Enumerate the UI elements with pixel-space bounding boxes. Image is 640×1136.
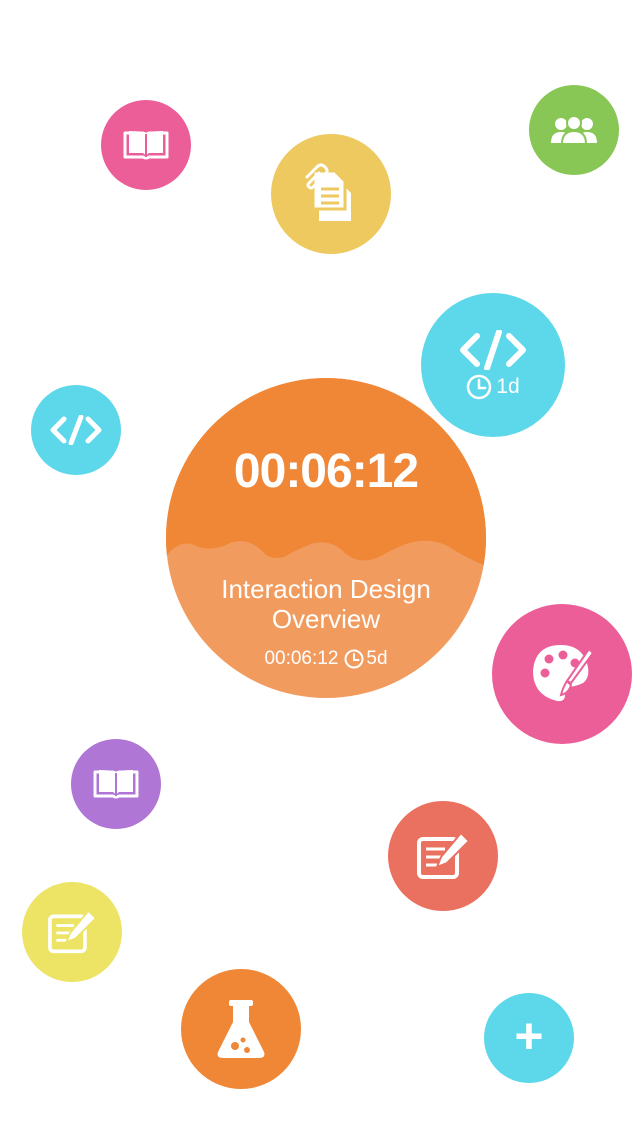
task-title: Interaction Design Overview [186,574,466,634]
task-title-line-2: Overview [271,604,381,634]
deadline-label: 1d [496,375,520,398]
flask-icon [217,1000,265,1058]
session-time: 00:06:12 [264,648,339,669]
plus-icon: + [514,1008,544,1064]
code-icon [460,330,526,370]
documents-task-bubble[interactable] [271,134,391,254]
task-meta: 00:06:12 5d [166,648,486,670]
clock-icon [344,649,364,669]
task-deadline: 5d [344,648,388,670]
book-icon [93,770,139,799]
reading-task-bubble[interactable] [101,100,191,190]
team-task-bubble[interactable] [529,85,619,175]
writing-task-bubble[interactable] [388,801,498,911]
group-icon [551,115,597,145]
elapsed-time: 00:06:12 [233,445,419,498]
active-task-timer[interactable]: 00:06:12 Interaction Design Overview 00:… [166,378,486,698]
writing-task-2-bubble[interactable] [22,882,122,982]
palette-icon [533,645,595,702]
edit-icon [48,909,98,954]
reading-task-2-bubble[interactable] [71,739,161,829]
edit-icon [417,831,471,879]
task-title-line-1: Interaction Design [221,574,431,604]
code-icon [50,415,102,445]
documents-icon [305,163,351,221]
book-icon [123,131,169,160]
design-task-bubble[interactable] [492,604,632,744]
science-task-bubble[interactable] [181,969,301,1089]
deadline-label: 5d [366,648,388,669]
coding-task-bubble[interactable] [31,385,121,475]
add-task-button[interactable]: + [484,993,574,1083]
